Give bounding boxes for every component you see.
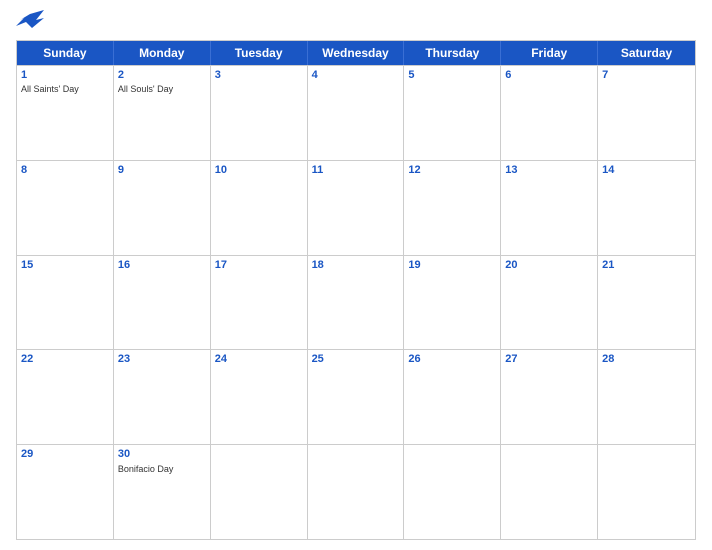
day-number: 11	[312, 163, 400, 178]
logo-bird-icon	[16, 10, 44, 34]
day-cell: 13	[501, 161, 598, 255]
day-number: 17	[215, 258, 303, 273]
week-row-5: 29 30 Bonifacio Day	[17, 444, 695, 539]
day-cell: 11	[308, 161, 405, 255]
day-cell	[211, 445, 308, 539]
week-row-3: 15 16 17 18 19 20 21	[17, 255, 695, 350]
day-cell: 5	[404, 66, 501, 160]
day-number: 7	[602, 68, 691, 83]
day-cell	[308, 445, 405, 539]
day-header-monday: Monday	[114, 41, 211, 65]
day-cell: 21	[598, 256, 695, 350]
day-cell: 7	[598, 66, 695, 160]
day-number: 27	[505, 352, 593, 367]
day-cell: 9	[114, 161, 211, 255]
day-cell: 26	[404, 350, 501, 444]
day-cell: 17	[211, 256, 308, 350]
day-number: 12	[408, 163, 496, 178]
day-number: 20	[505, 258, 593, 273]
day-header-sunday: Sunday	[17, 41, 114, 65]
day-cell: 14	[598, 161, 695, 255]
day-cell: 20	[501, 256, 598, 350]
day-cell	[404, 445, 501, 539]
day-cell: 2All Souls' Day	[114, 66, 211, 160]
day-number: 26	[408, 352, 496, 367]
calendar-grid: SundayMondayTuesdayWednesdayThursdayFrid…	[16, 40, 696, 540]
day-number: 18	[312, 258, 400, 273]
day-number: 1	[21, 68, 109, 83]
day-number: 5	[408, 68, 496, 83]
day-cell	[501, 445, 598, 539]
day-cell: 6	[501, 66, 598, 160]
day-cell: 1All Saints' Day	[17, 66, 114, 160]
day-cell: 3	[211, 66, 308, 160]
day-cell: 30 Bonifacio Day	[114, 445, 211, 539]
day-cell: 10	[211, 161, 308, 255]
day-number: 15	[21, 258, 109, 273]
holiday-label: All Souls' Day	[118, 84, 206, 96]
day-number: 10	[215, 163, 303, 178]
day-number: 9	[118, 163, 206, 178]
day-cell: 12	[404, 161, 501, 255]
day-cell: 15	[17, 256, 114, 350]
day-number: 2	[118, 68, 206, 83]
day-header-saturday: Saturday	[598, 41, 695, 65]
day-number: 14	[602, 163, 691, 178]
day-cell: 28	[598, 350, 695, 444]
day-cell: 23	[114, 350, 211, 444]
day-number: 28	[602, 352, 691, 367]
week-row-2: 89 10 11 12 13 14	[17, 160, 695, 255]
day-number: 21	[602, 258, 691, 273]
day-number: 29	[21, 447, 109, 462]
day-number: 8	[21, 163, 109, 178]
page-header	[16, 10, 696, 34]
day-header-wednesday: Wednesday	[308, 41, 405, 65]
day-cell: 16	[114, 256, 211, 350]
day-number: 22	[21, 352, 109, 367]
day-header-thursday: Thursday	[404, 41, 501, 65]
day-number: 3	[215, 68, 303, 83]
day-number: 4	[312, 68, 400, 83]
days-header-row: SundayMondayTuesdayWednesdayThursdayFrid…	[17, 41, 695, 65]
day-number: 24	[215, 352, 303, 367]
day-number: 6	[505, 68, 593, 83]
calendar-page: SundayMondayTuesdayWednesdayThursdayFrid…	[0, 0, 712, 550]
day-header-tuesday: Tuesday	[211, 41, 308, 65]
day-number: 23	[118, 352, 206, 367]
holiday-label: All Saints' Day	[21, 84, 109, 96]
day-header-friday: Friday	[501, 41, 598, 65]
day-cell: 19	[404, 256, 501, 350]
day-cell: 25	[308, 350, 405, 444]
logo	[16, 10, 52, 34]
day-cell: 24	[211, 350, 308, 444]
day-cell: 8	[17, 161, 114, 255]
day-number: 13	[505, 163, 593, 178]
day-number: 16	[118, 258, 206, 273]
day-number: 30	[118, 447, 206, 462]
day-cell	[598, 445, 695, 539]
day-cell: 4	[308, 66, 405, 160]
holiday-label: Bonifacio Day	[118, 464, 206, 476]
week-row-1: 1All Saints' Day2All Souls' Day34567	[17, 65, 695, 160]
day-cell: 18	[308, 256, 405, 350]
weeks-container: 1All Saints' Day2All Souls' Day345678910…	[17, 65, 695, 539]
week-row-4: 22 23 24 25 26 27 28	[17, 349, 695, 444]
day-number: 25	[312, 352, 400, 367]
day-cell: 29	[17, 445, 114, 539]
day-number: 19	[408, 258, 496, 273]
day-cell: 27	[501, 350, 598, 444]
day-cell: 22	[17, 350, 114, 444]
